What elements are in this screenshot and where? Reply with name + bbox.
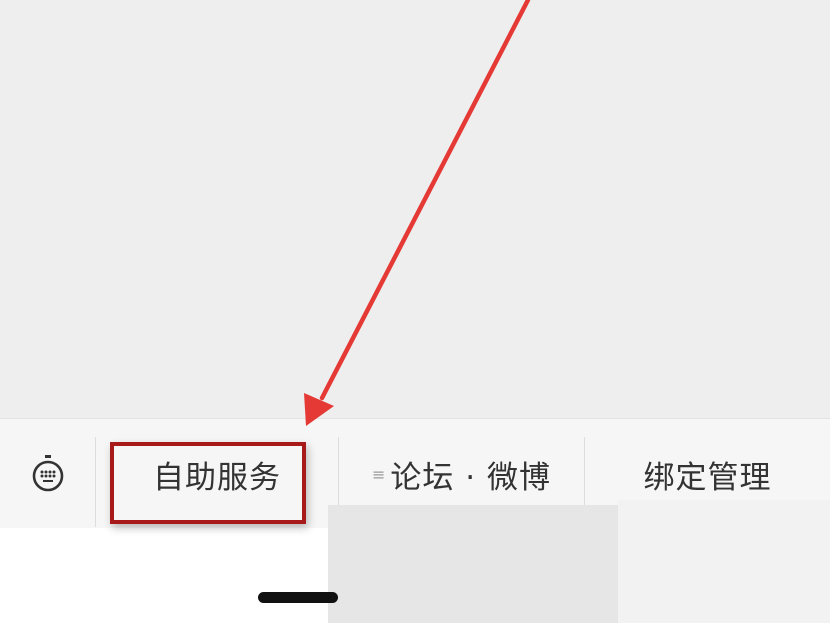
chat-message-area[interactable] (0, 0, 830, 418)
menu-item-label: 绑定管理 (643, 459, 772, 496)
redacted-region (618, 500, 830, 623)
menu-item-label: 论坛 · 微博 (390, 459, 551, 496)
redacted-region (328, 505, 618, 623)
chat-screen: 自助服务 ≡ 论坛 · 微博 绑定管理 (0, 0, 830, 623)
keyboard-toggle-button[interactable] (0, 419, 95, 529)
keyboard-icon (32, 455, 63, 492)
home-indicator[interactable] (258, 592, 338, 603)
submenu-icon: ≡ (372, 464, 387, 484)
highlight-box (110, 442, 306, 524)
